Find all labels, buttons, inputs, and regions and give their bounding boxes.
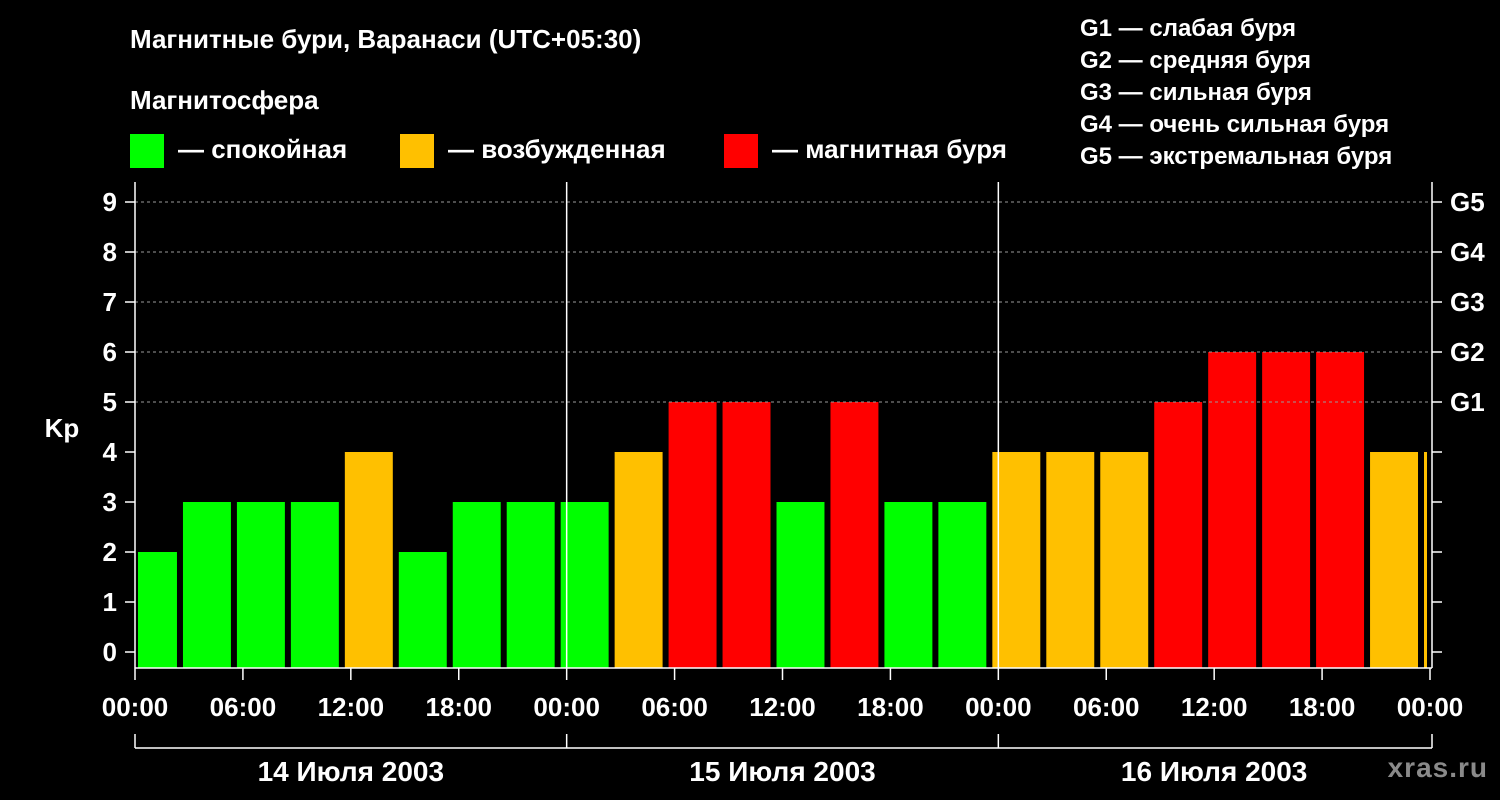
kp-bar-13 [830, 402, 879, 668]
kp-bar-17 [1046, 452, 1095, 668]
kp-bar-1 [182, 502, 231, 668]
kp-bar-2 [236, 502, 285, 668]
kp-bar-6 [452, 502, 501, 668]
x-tick-label-8: 00:00 [965, 692, 1032, 722]
kp-bar-3 [290, 502, 339, 668]
kp-bar-chart: 0 1 2 3 4 5 6 7 8 9 G1 G2 G3 G4 G5 Kp 00:00 06:00 12:00 18:… [45, 182, 1485, 787]
kp-bar-10 [668, 402, 717, 668]
y-tick-label-0: 0 [103, 637, 117, 667]
day-label-0: 14 Июля 2003 [258, 756, 444, 787]
x-tick-label-10: 12:00 [1181, 692, 1248, 722]
kp-bar-5 [398, 552, 447, 668]
kp-bar-8 [560, 502, 609, 668]
kp-bar-11 [722, 402, 771, 668]
y-tick-label-7: 7 [103, 287, 117, 317]
x-tick-label-2: 12:00 [318, 692, 385, 722]
kp-bar-23 [1370, 452, 1419, 668]
y-tick-label-9: 9 [103, 187, 117, 217]
y-tick-label-5: 5 [103, 387, 117, 417]
x-tick-label-9: 06:00 [1073, 692, 1140, 722]
y-axis-label: Kp [45, 413, 80, 443]
right-label-g2: G2 [1450, 337, 1485, 367]
kp-bar-7 [506, 502, 555, 668]
kp-bar-18 [1100, 452, 1149, 668]
kp-bar-14 [884, 502, 933, 668]
y-tick-label-2: 2 [103, 537, 117, 567]
kp-bar-20 [1208, 352, 1257, 668]
y-tick-label-4: 4 [103, 437, 118, 467]
x-tick-label-12: 00:00 [1397, 692, 1464, 722]
x-tick-label-11: 18:00 [1289, 692, 1356, 722]
kp-bar-16 [992, 452, 1041, 668]
x-tick-label-4: 00:00 [533, 692, 600, 722]
kp-bar-22 [1316, 352, 1365, 668]
day-label-1: 15 Июля 2003 [689, 756, 875, 787]
kp-bar-24 [1424, 452, 1427, 668]
y-tick-label-8: 8 [103, 237, 117, 267]
kp-bar-21 [1262, 352, 1311, 668]
x-tick-label-6: 12:00 [749, 692, 816, 722]
x-tick-label-5: 06:00 [641, 692, 708, 722]
kp-bar-0 [138, 552, 177, 668]
x-tick-label-3: 18:00 [426, 692, 493, 722]
kp-bar-19 [1154, 402, 1203, 668]
y-tick-label-3: 3 [103, 487, 117, 517]
kp-bar-15 [938, 502, 987, 668]
x-tick-label-0: 00:00 [102, 692, 169, 722]
kp-bar-12 [776, 502, 825, 668]
y-tick-label-1: 1 [103, 587, 117, 617]
right-label-g4: G4 [1450, 237, 1485, 267]
day-label-2: 16 Июля 2003 [1121, 756, 1307, 787]
kp-bar-9 [614, 452, 663, 668]
right-label-g3: G3 [1450, 287, 1485, 317]
kp-bar-4 [344, 452, 393, 668]
x-tick-label-7: 18:00 [857, 692, 924, 722]
right-label-g5: G5 [1450, 187, 1485, 217]
x-tick-label-1: 06:00 [210, 692, 277, 722]
y-tick-label-6: 6 [103, 337, 117, 367]
right-label-g1: G1 [1450, 387, 1485, 417]
